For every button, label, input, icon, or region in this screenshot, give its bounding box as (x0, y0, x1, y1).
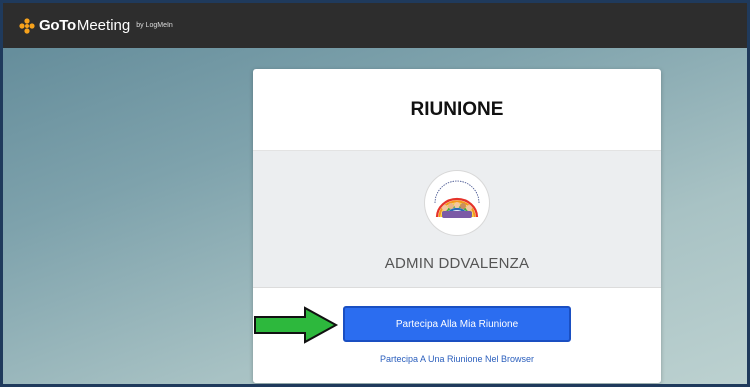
logo-go-text: GoTo (39, 17, 76, 34)
card-header: RIUNIONE (253, 69, 661, 151)
organizer-name: ADMIN DDVALENZA (384, 255, 530, 272)
green-arrow-right-icon (254, 306, 339, 344)
organizer-logo-icon (429, 175, 485, 231)
join-in-browser-link[interactable]: Partecipa A Una Riunione Nel Browser (380, 354, 534, 364)
logo-meeting-text: Meeting (76, 17, 131, 34)
gotomeeting-logo[interactable]: GoTo Meeting by LogMeIn (19, 17, 173, 34)
gotomeeting-flower-icon (19, 17, 35, 34)
organizer-section: ADMIN DDVALENZA (253, 151, 661, 288)
top-bar: GoTo Meeting by LogMeIn (3, 3, 747, 48)
app-window: GoTo Meeting by LogMeIn RIUNIONE ADMIN D… (0, 0, 750, 387)
organizer-avatar (425, 171, 489, 235)
meeting-title: RIUNIONE (410, 98, 504, 120)
logo-by-logmein-text: by LogMeIn (136, 22, 173, 29)
join-meeting-button[interactable]: Partecipa Alla Mia Riunione (343, 306, 571, 342)
